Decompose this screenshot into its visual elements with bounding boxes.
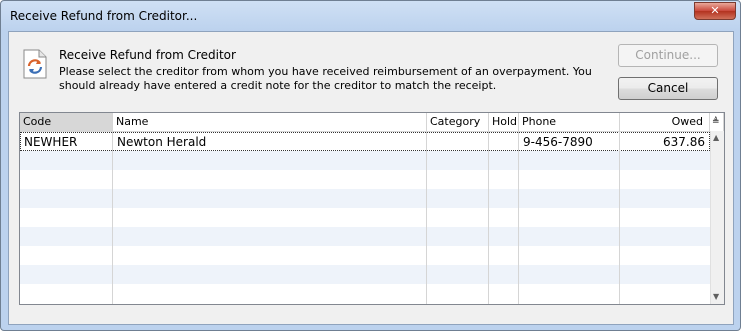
- dialog-body: Receive Refund from Creditor Please sele…: [8, 31, 734, 325]
- empty-row: [20, 151, 710, 170]
- window-title: Receive Refund from Creditor...: [10, 9, 198, 23]
- cell-hold: [490, 133, 520, 152]
- column-header-code[interactable]: Code: [20, 113, 113, 131]
- cell-owed: 637.86: [663, 135, 705, 149]
- column-divider: [488, 131, 489, 304]
- cell-phone: 9-456-7890: [523, 135, 593, 149]
- empty-row: [20, 265, 710, 284]
- column-divider: [518, 131, 519, 304]
- refresh-document-icon: [23, 49, 47, 79]
- column-header-name[interactable]: Name: [113, 113, 427, 131]
- column-divider: [112, 131, 113, 304]
- cancel-button[interactable]: Cancel: [618, 77, 718, 100]
- creditor-table: Code Name Category Hold Phone Owed ≜ NEW…: [19, 112, 725, 305]
- empty-row: [20, 189, 710, 208]
- empty-row: [20, 246, 710, 265]
- cell-name: Newton Herald: [117, 135, 207, 149]
- scroll-up-icon[interactable]: ▲: [713, 133, 719, 142]
- column-divider: [426, 131, 427, 304]
- column-header-hold[interactable]: Hold: [489, 113, 519, 131]
- dialog-description: Please select the creditor from whom you…: [59, 65, 592, 92]
- title-bar[interactable]: Receive Refund from Creditor... ✕: [1, 1, 740, 31]
- scroll-down-icon[interactable]: ▼: [713, 292, 719, 301]
- empty-row: [20, 227, 710, 246]
- empty-row: [20, 208, 710, 227]
- vertical-scrollbar[interactable]: ▲ ▼: [710, 131, 724, 304]
- dialog-window: Receive Refund from Creditor... ✕ Receiv…: [0, 0, 741, 331]
- close-icon: ✕: [710, 4, 720, 17]
- column-header-category[interactable]: Category: [427, 113, 489, 131]
- continue-button[interactable]: Continue...: [618, 44, 718, 67]
- column-header-phone[interactable]: Phone: [519, 113, 620, 131]
- dialog-heading: Receive Refund from Creditor: [59, 48, 236, 62]
- column-divider: [619, 131, 620, 304]
- column-chooser-icon[interactable]: ≜: [710, 113, 724, 131]
- close-button[interactable]: ✕: [694, 2, 736, 20]
- cell-code: NEWHER: [24, 135, 78, 149]
- table-header: Code Name Category Hold Phone Owed ≜: [20, 113, 724, 132]
- empty-row: [20, 284, 710, 303]
- cell-category: [428, 133, 490, 152]
- empty-row: [20, 170, 710, 189]
- column-header-owed[interactable]: Owed: [620, 113, 710, 131]
- table-row[interactable]: NEWHER Newton Herald 9-456-7890 637.86: [20, 132, 710, 151]
